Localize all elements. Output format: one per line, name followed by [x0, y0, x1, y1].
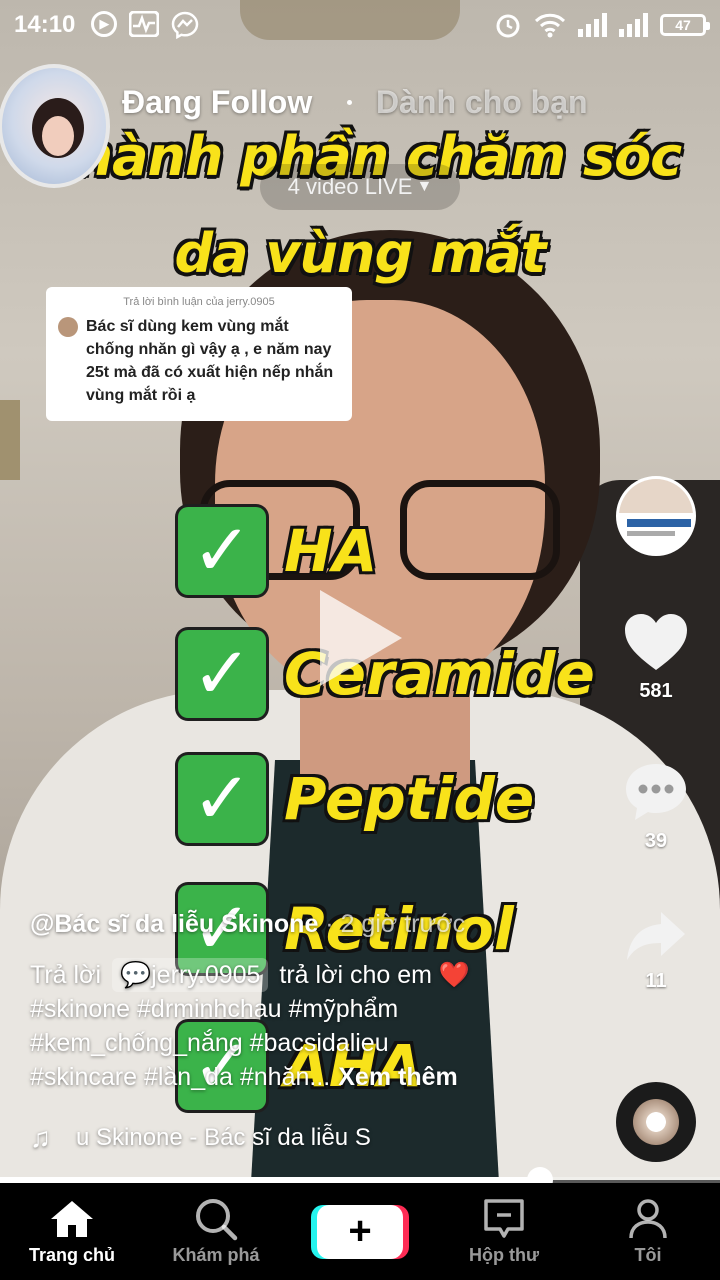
ingredient-label: HA — [284, 517, 378, 585]
chevron-down-icon: ▼ — [416, 178, 433, 195]
mention-icon: 💬 — [119, 961, 152, 989]
profile-icon — [629, 1199, 667, 1239]
heart-emoji: ❤️ — [438, 961, 471, 989]
check-icon: ✓ — [178, 507, 266, 595]
reply-text: trả lời cho em — [279, 961, 432, 989]
nav-inbox[interactable]: Hộp thư — [432, 1183, 576, 1280]
live-creator-avatar[interactable] — [0, 64, 110, 188]
share-count: 11 — [645, 970, 667, 992]
bottom-nav: Trang chủ Khám phá + Hộp thư Tôi — [0, 1183, 720, 1280]
reply-prefix: Trả lời — [30, 961, 102, 989]
tab-following[interactable]: Đang Follow — [122, 84, 312, 121]
nav-inbox-label: Hộp thư — [468, 1245, 539, 1265]
messenger-icon — [172, 11, 199, 39]
tab-separator — [347, 100, 352, 105]
nav-create[interactable]: + — [288, 1183, 432, 1280]
background-frame — [0, 400, 20, 480]
heart-icon — [625, 614, 687, 670]
check-icon: ✓ — [178, 755, 266, 843]
hashtags-line-1[interactable]: #skinone #drminhchau #mỹphẩm — [30, 992, 610, 1026]
nav-home-label: Trang chủ — [28, 1245, 115, 1265]
signal-icon-sim2 — [619, 13, 648, 37]
creator-avatar[interactable] — [616, 476, 696, 556]
comment-icon — [626, 764, 686, 820]
music-title: u Skinone - Bác sĩ da liễu S — [76, 1124, 371, 1151]
hashtags-line-3[interactable]: #skincare #làn_da #nhăn... — [30, 1063, 330, 1091]
like-count: 581 — [639, 680, 673, 702]
signal-icon — [578, 13, 607, 37]
comment-button[interactable]: 39 — [616, 762, 696, 853]
post-time: · 2 giờ trước — [318, 910, 466, 938]
nav-home[interactable]: Trang chủ — [0, 1183, 144, 1280]
status-bar: 14:10 ▶ 47 — [0, 0, 720, 50]
commenter-avatar — [58, 317, 78, 337]
check-icon: ✓ — [178, 630, 266, 718]
activity-icon — [129, 11, 160, 37]
wifi-icon — [534, 13, 566, 38]
ingredient-row: ✓ Peptide — [178, 755, 534, 843]
music-disc[interactable] — [616, 1082, 696, 1162]
reply-card-header: Trả lời bình luận của jerry.0905 — [123, 296, 275, 308]
music-note-icon: ♫ — [30, 1122, 51, 1153]
home-icon — [51, 1201, 93, 1237]
search-icon — [196, 1199, 238, 1241]
inbox-icon — [484, 1199, 524, 1238]
nav-discover-label: Khám phá — [172, 1245, 260, 1265]
share-button[interactable]: 11 — [616, 910, 696, 993]
create-button[interactable]: + — [317, 1204, 403, 1259]
nav-discover[interactable]: Khám phá — [144, 1183, 288, 1280]
reply-line: Trả lời 💬jerry.0905 trả lời cho em ❤️ — [30, 958, 610, 992]
like-button[interactable]: 581 — [616, 612, 696, 703]
status-time: 14:10 — [14, 11, 76, 38]
author-line[interactable]: @Bác sĩ da liễu Skinone · 2 giờ trước — [30, 910, 465, 939]
live-pill-label: 4 video LIVE — [287, 174, 413, 199]
video-caption-line2: da vùng mắt — [174, 222, 547, 285]
music-row[interactable]: ♫ u Skinone - Bác sĩ da liễu S — [30, 1122, 410, 1154]
comment-count: 39 — [644, 830, 668, 852]
tab-for-you[interactable]: Dành cho bạn — [376, 84, 588, 121]
live-videos-pill[interactable]: 4 video LIVE ▼ — [260, 164, 460, 210]
ingredient-row: ✓ HA — [178, 507, 377, 595]
ingredient-label: Peptide — [284, 765, 535, 833]
hashtags-line-2[interactable]: #kem_chống_nắng #bacsidalieu — [30, 1026, 610, 1060]
tiktok-notification-icon: ▶ — [91, 11, 118, 37]
share-arrow-icon — [627, 912, 685, 960]
reply-card-comment: Bác sĩ dùng kem vùng mắt chống nhăn gì v… — [86, 318, 334, 404]
hashtags-line-3-row: #skincare #làn_da #nhăn... Xem thêm — [30, 1060, 610, 1094]
nav-me-label: Tôi — [634, 1245, 662, 1265]
play-icon[interactable] — [320, 590, 402, 686]
nav-me[interactable]: Tôi — [576, 1183, 720, 1280]
mention-tag[interactable]: 💬jerry.0905 — [111, 958, 269, 992]
plus-icon: + — [348, 1209, 372, 1253]
battery-icon: 47 — [660, 14, 710, 36]
video-description: Trả lời 💬jerry.0905 trả lời cho em ❤️ #s… — [30, 958, 610, 1094]
mention-name: jerry.0905 — [151, 961, 261, 989]
alarm-icon — [496, 14, 520, 38]
battery-level: 47 — [675, 17, 691, 33]
author-name[interactable]: @Bác sĩ da liễu Skinone — [30, 910, 318, 938]
see-more-link[interactable]: Xem thêm — [338, 1063, 457, 1091]
reply-comment-card: Trả lời bình luận của jerry.0905 Bác sĩ … — [46, 287, 352, 421]
